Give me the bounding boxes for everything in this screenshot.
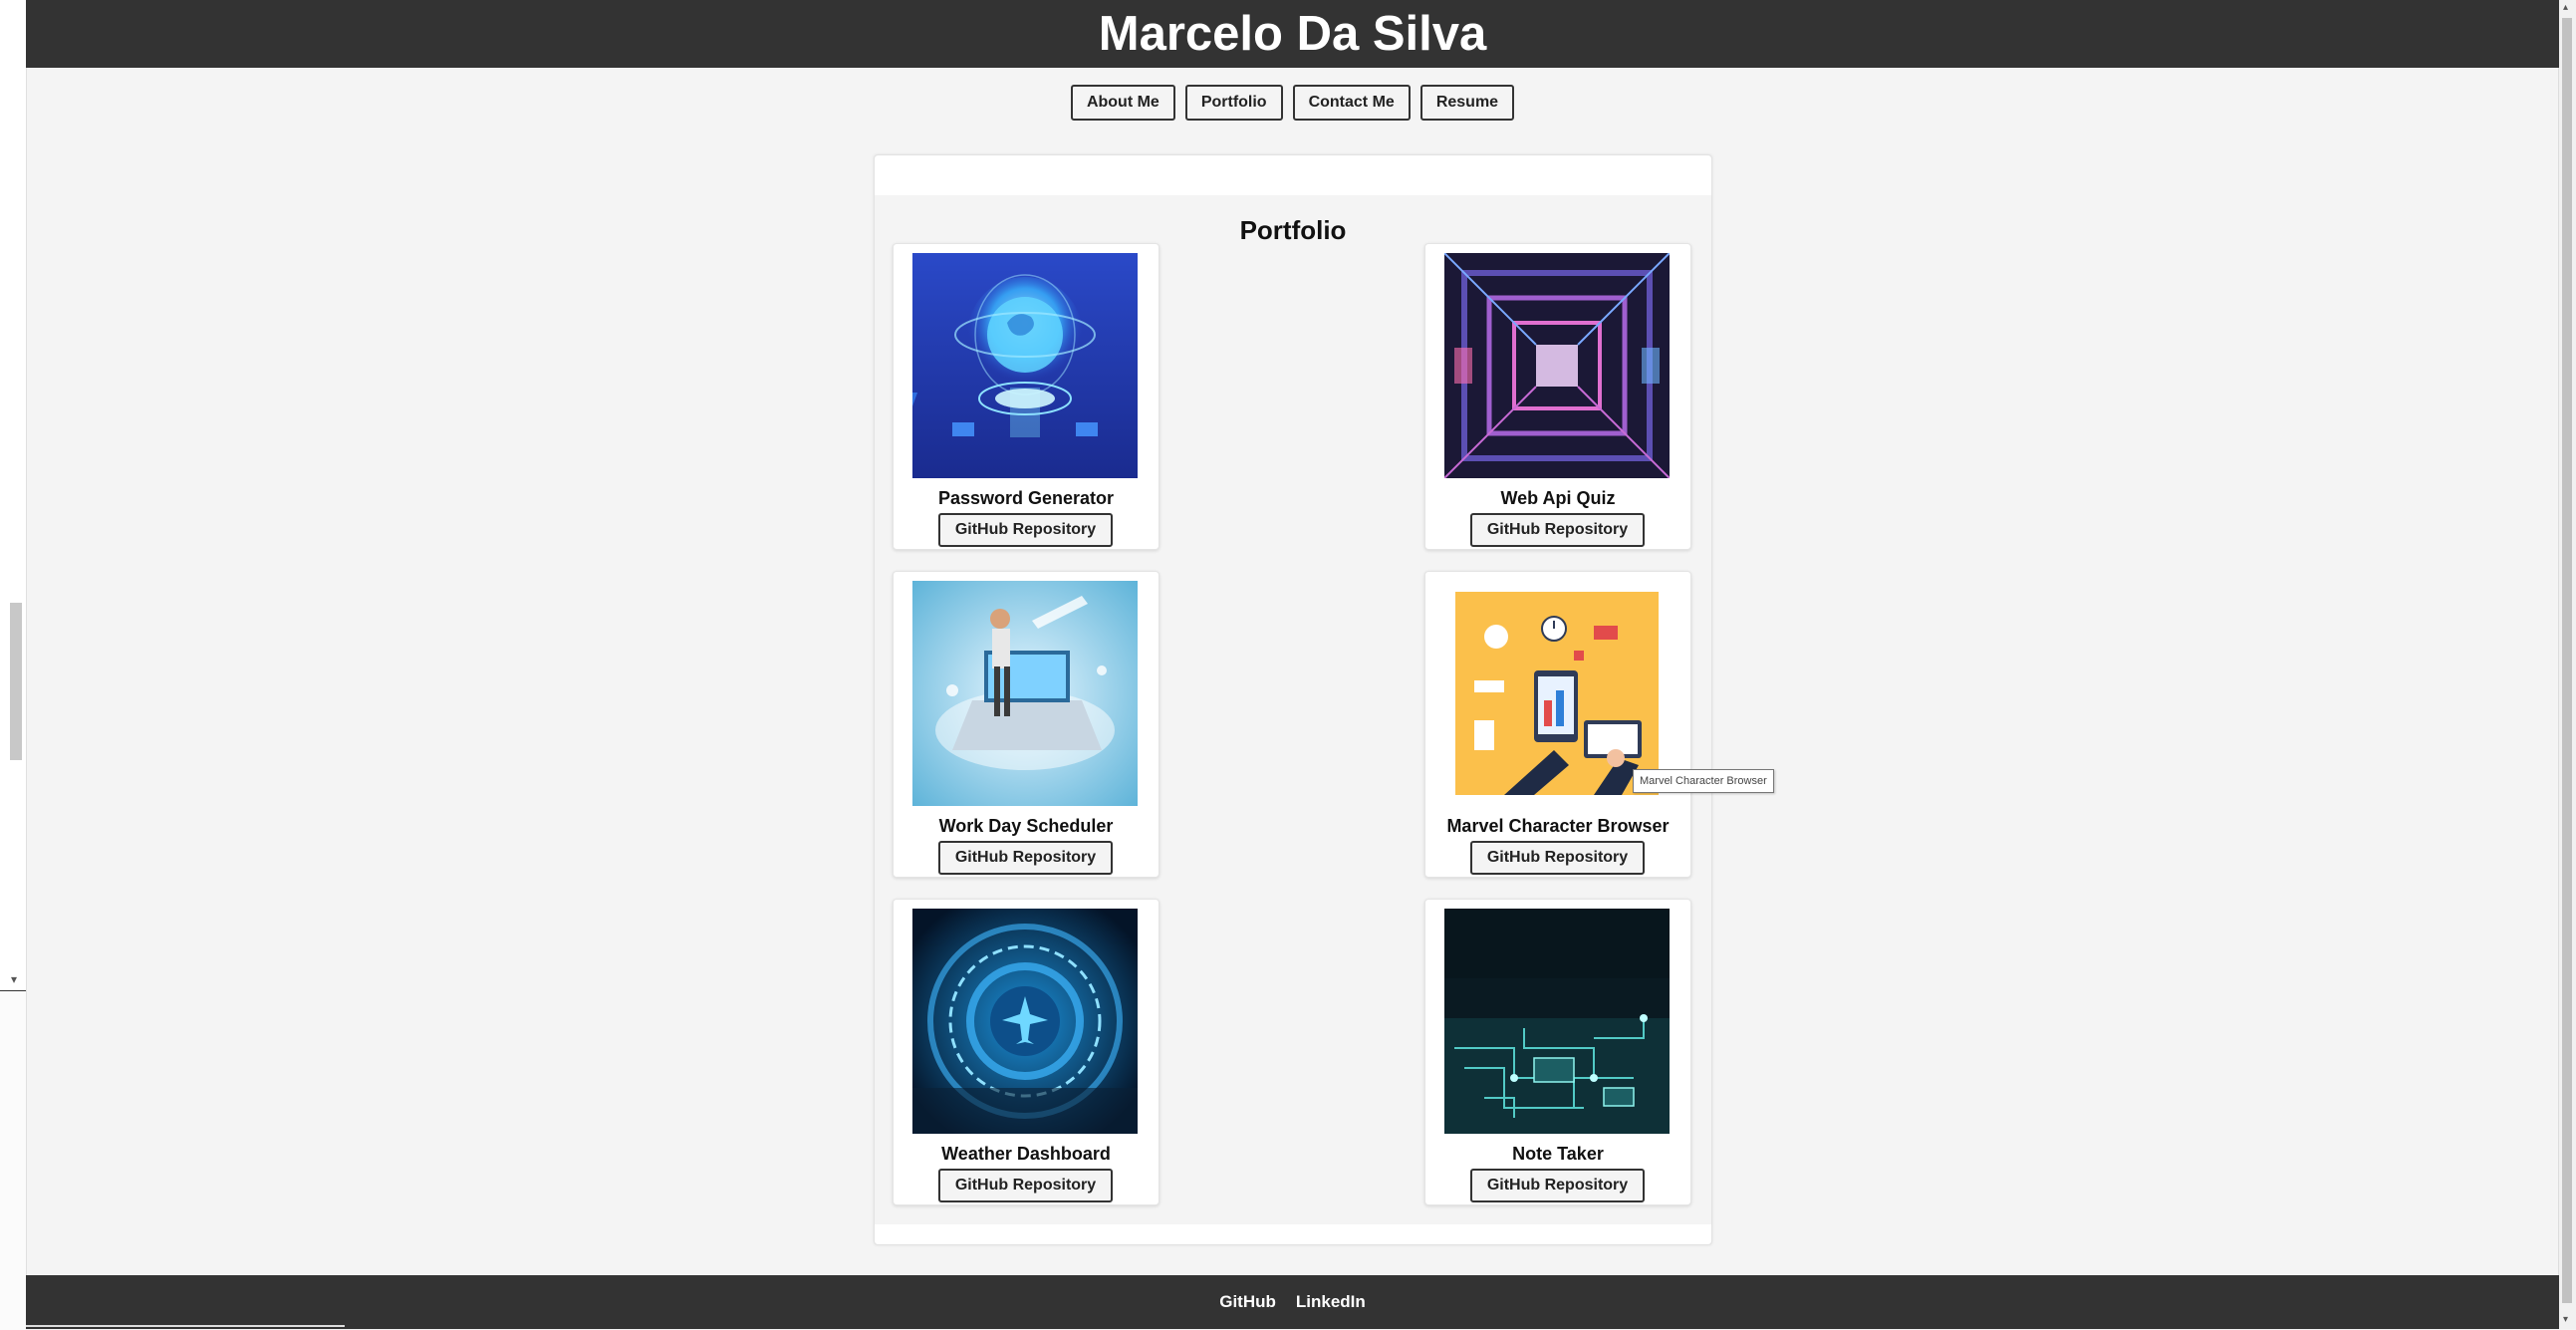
businessman-laptop-icon bbox=[912, 581, 1138, 806]
outer-left-panel: ▾ bbox=[0, 0, 27, 1330]
footer-linkedin-link[interactable]: LinkedIn bbox=[1296, 1292, 1366, 1312]
page-scrollbar-thumb[interactable] bbox=[2562, 18, 2572, 1303]
image-tooltip: Marvel Character Browser bbox=[1633, 769, 1774, 793]
project-title: Note Taker bbox=[1512, 1144, 1604, 1164]
airplane-tech-dial-icon bbox=[912, 909, 1138, 1134]
project-image[interactable] bbox=[912, 581, 1138, 806]
page-scrollbar[interactable]: ▴ ▾ bbox=[2558, 0, 2576, 1329]
scroll-down-arrow-icon[interactable]: ▾ bbox=[2563, 1314, 2568, 1325]
github-repo-button[interactable]: GitHub Repository bbox=[1470, 841, 1645, 875]
project-image[interactable] bbox=[1444, 909, 1670, 1134]
project-image[interactable] bbox=[912, 909, 1138, 1134]
globe-hologram-icon bbox=[912, 253, 1138, 478]
project-card: Web Api Quiz GitHub Repository bbox=[1424, 243, 1691, 550]
section-top-strip bbox=[875, 155, 1711, 195]
project-card: Work Day Scheduler GitHub Repository bbox=[893, 571, 1159, 878]
github-repo-button[interactable]: GitHub Repository bbox=[938, 513, 1113, 547]
github-repo-button[interactable]: GitHub Repository bbox=[1470, 1169, 1645, 1202]
outer-scrollbar-thumb[interactable] bbox=[10, 603, 22, 760]
project-title: Work Day Scheduler bbox=[938, 816, 1114, 836]
nav-about-me-button[interactable]: About Me bbox=[1070, 85, 1175, 121]
project-title: Password Generator bbox=[937, 488, 1115, 508]
main-nav: About Me Portfolio Contact Me Resume bbox=[26, 85, 2559, 121]
nav-contact-me-button[interactable]: Contact Me bbox=[1292, 85, 1411, 121]
project-card: Weather Dashboard GitHub Repository bbox=[893, 899, 1159, 1205]
scroll-down-arrow-icon[interactable]: ▾ bbox=[11, 973, 17, 985]
nav-portfolio-button[interactable]: Portfolio bbox=[1184, 85, 1283, 121]
project-title: Weather Dashboard bbox=[941, 1144, 1111, 1164]
scroll-up-arrow-icon[interactable]: ▴ bbox=[2563, 2, 2568, 13]
project-card: Marvel Character Browser GitHub Reposito… bbox=[1424, 571, 1691, 878]
project-image[interactable] bbox=[1444, 253, 1670, 478]
window-bottom-edge bbox=[26, 1325, 345, 1327]
nav-resume-button[interactable]: Resume bbox=[1419, 85, 1515, 121]
portfolio-section: Portfolio Password Generator GitHub Repo… bbox=[874, 154, 1712, 1245]
project-image[interactable] bbox=[912, 253, 1138, 478]
github-repo-button[interactable]: GitHub Repository bbox=[1470, 513, 1645, 547]
github-repo-button[interactable]: GitHub Repository bbox=[938, 841, 1113, 875]
portfolio-heading: Portfolio bbox=[1239, 215, 1347, 245]
project-card: Password Generator GitHub Repository bbox=[893, 243, 1159, 550]
project-card: Note Taker GitHub Repository bbox=[1424, 899, 1691, 1205]
footer-github-link[interactable]: GitHub bbox=[1219, 1292, 1276, 1312]
neon-circuit-tunnel-icon bbox=[1444, 253, 1670, 478]
section-bottom-strip bbox=[875, 1224, 1711, 1244]
outer-lower-panel bbox=[0, 990, 26, 1330]
site-header: Marcelo Da Silva bbox=[26, 0, 2559, 68]
site-footer: GitHub LinkedIn bbox=[26, 1275, 2559, 1329]
project-title: Web Api Quiz bbox=[1500, 488, 1616, 508]
circuit-board-icon bbox=[1444, 909, 1670, 1134]
site-title: Marcelo Da Silva bbox=[1098, 7, 1487, 61]
project-title: Marvel Character Browser bbox=[1446, 816, 1670, 836]
github-repo-button[interactable]: GitHub Repository bbox=[938, 1169, 1113, 1202]
